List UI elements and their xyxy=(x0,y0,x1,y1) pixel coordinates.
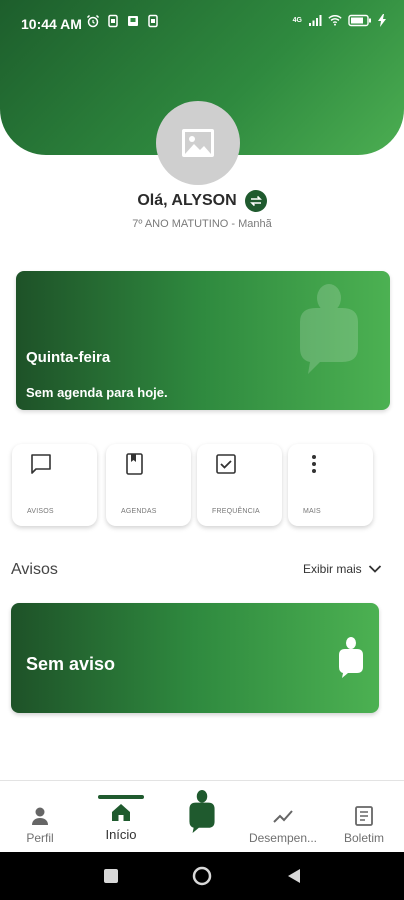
battery-icon xyxy=(348,14,371,26)
agenda-card[interactable]: Quinta-feira Sem agenda para hoje. xyxy=(16,271,390,410)
home-circle-icon[interactable] xyxy=(192,866,212,886)
nav-label: Perfil xyxy=(26,831,54,845)
signal-icon xyxy=(309,15,322,26)
sim-icon xyxy=(148,14,158,28)
app-logo-icon xyxy=(189,790,215,833)
chevron-down-icon xyxy=(368,565,381,573)
switch-student-button[interactable] xyxy=(244,190,267,212)
checkbox-icon xyxy=(216,454,236,474)
aviso-empty-message: Sem aviso xyxy=(26,654,116,674)
notification-icon xyxy=(128,16,138,26)
nav-boletim[interactable]: Boletim xyxy=(340,781,388,853)
book-icon xyxy=(126,453,143,475)
exibir-mais-label: Exibir mais xyxy=(303,562,362,576)
avisos-section-title: Avisos xyxy=(11,561,58,578)
agenda-message: Sem agenda para hoje. xyxy=(26,385,168,400)
more-vertical-icon xyxy=(312,455,316,473)
profile-avatar[interactable] xyxy=(156,101,240,185)
recents-icon[interactable] xyxy=(103,868,119,884)
image-placeholder-icon xyxy=(182,129,214,157)
system-navigation-bar xyxy=(0,852,404,900)
shortcut-label: AVISOS xyxy=(27,508,54,515)
shortcut-avisos[interactable]: AVISOS xyxy=(12,444,97,526)
shortcut-mais[interactable]: MAIS xyxy=(288,444,373,526)
sim-icon xyxy=(108,14,118,28)
nav-label: Início xyxy=(105,827,137,842)
swap-icon xyxy=(249,195,262,207)
back-icon[interactable] xyxy=(286,868,302,884)
shortcut-grid: AVISOS AGENDAS FREQUÊNCIA MAIS xyxy=(12,444,392,526)
exibir-mais-button[interactable]: Exibir mais xyxy=(303,562,382,576)
bottom-navigation: Perfil Início Desempen... Boletim xyxy=(0,780,404,852)
home-icon xyxy=(112,804,130,821)
status-bar: 10:44 AM 4G xyxy=(0,0,404,44)
app-screen: 10:44 AM 4G Olá, ALYSON 7º ANO MATUTINO … xyxy=(0,0,404,900)
nav-label: Desempen... xyxy=(248,831,318,845)
alarm-icon xyxy=(86,14,100,28)
class-info: 7º ANO MATUTINO - Manhã xyxy=(132,218,272,230)
wifi-icon xyxy=(328,15,342,26)
person-icon xyxy=(32,807,48,825)
shortcut-label: AGENDAS xyxy=(121,508,157,515)
nav-label: Boletim xyxy=(343,831,384,845)
nav-app-logo[interactable] xyxy=(185,781,219,853)
shortcut-agendas[interactable]: AGENDAS xyxy=(106,444,191,526)
charging-icon xyxy=(378,13,386,27)
trend-icon xyxy=(273,810,293,823)
status-time: 10:44 AM xyxy=(21,16,82,32)
report-icon xyxy=(355,806,373,826)
app-logo-icon xyxy=(339,637,363,678)
greeting-row: Olá, ALYSON xyxy=(0,190,404,212)
chat-bubble-icon xyxy=(31,454,51,474)
shortcut-label: FREQUÊNCIA xyxy=(212,508,260,515)
nav-perfil[interactable]: Perfil xyxy=(18,781,62,853)
shortcut-frequencia[interactable]: FREQUÊNCIA xyxy=(197,444,282,526)
nav-desempenho[interactable]: Desempen... xyxy=(248,781,318,853)
shortcut-label: MAIS xyxy=(303,508,321,515)
agenda-day: Quinta-feira xyxy=(26,349,111,366)
network-type: 4G xyxy=(292,16,302,24)
greeting-text: Olá, ALYSON xyxy=(137,192,237,209)
nav-inicio[interactable]: Início xyxy=(98,781,144,853)
app-logo-watermark-icon xyxy=(300,284,358,374)
aviso-card[interactable]: Sem aviso xyxy=(11,603,379,713)
